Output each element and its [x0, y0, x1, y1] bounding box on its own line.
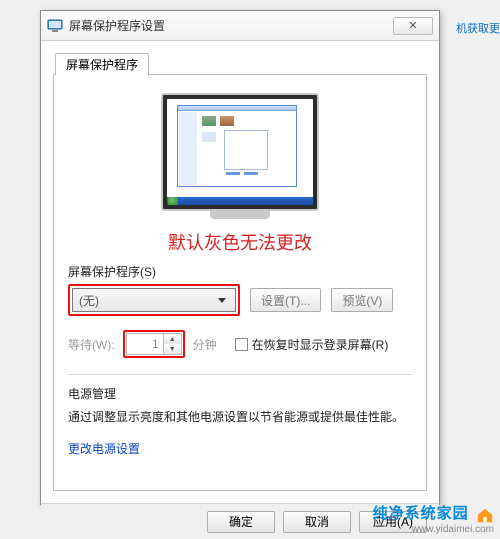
power-management-heading: 电源管理	[68, 385, 412, 402]
tab-label: 屏幕保护程序	[66, 56, 138, 73]
combo-value: (无)	[79, 292, 99, 309]
ok-button[interactable]: 确定	[207, 511, 275, 533]
screensaver-settings-dialog: 屏幕保护程序设置 ✕ 屏幕保护程序	[40, 10, 440, 505]
cancel-label: 取消	[305, 513, 329, 530]
screensaver-combobox[interactable]: (无)	[72, 288, 236, 312]
watermark: 纯净系统家园 www.yidaimei.com	[373, 502, 494, 535]
dialog-title: 屏幕保护程序设置	[69, 17, 393, 34]
change-power-settings-link[interactable]: 更改电源设置	[68, 440, 140, 457]
resume-checkbox-label: 在恢复时显示登录屏幕(R)	[252, 336, 389, 353]
resume-checkbox[interactable]	[235, 338, 248, 351]
cancel-button[interactable]: 取消	[283, 511, 351, 533]
preview-button-label: 预览(V)	[342, 292, 382, 309]
background-link-fragment: 机获取更	[456, 20, 500, 36]
highlight-box-combo: (无)	[68, 284, 240, 316]
tab-screensaver[interactable]: 屏幕保护程序	[55, 53, 149, 76]
titlebar: 屏幕保护程序设置 ✕	[41, 11, 439, 41]
close-icon: ✕	[408, 19, 417, 32]
power-management-description: 通过调整显示亮度和其他电源设置以节省能源或提供最佳性能。	[68, 408, 412, 426]
wait-unit: 分钟	[193, 336, 217, 353]
divider	[68, 374, 412, 375]
annotation-text: 默认灰色无法更改	[68, 229, 412, 255]
watermark-brand: 纯净系统家园	[373, 505, 469, 522]
tab-content: 默认灰色无法更改 屏幕保护程序(S) (无) 设置(T)... 预览(V) 等待…	[53, 75, 427, 491]
tabbar: 屏幕保护程序	[53, 49, 427, 75]
wait-label: 等待(W):	[68, 336, 115, 353]
house-icon	[476, 506, 494, 524]
settings-button[interactable]: 设置(T)...	[250, 288, 321, 312]
settings-button-label: 设置(T)...	[261, 292, 310, 309]
spinner-down-icon[interactable]: ▼	[164, 344, 181, 354]
preview-monitor	[68, 93, 412, 211]
wait-spinner[interactable]: ▲ ▼	[126, 333, 182, 355]
dialog-body: 屏幕保护程序	[41, 41, 439, 503]
monitor-icon	[47, 18, 63, 34]
highlight-box-wait: ▲ ▼	[123, 330, 185, 358]
chevron-down-icon	[213, 289, 231, 311]
wait-input[interactable]	[127, 334, 163, 354]
screensaver-label: 屏幕保护程序(S)	[68, 263, 412, 280]
watermark-url: www.yidaimei.com	[373, 524, 494, 535]
close-button[interactable]: ✕	[393, 17, 433, 35]
spinner-up-icon[interactable]: ▲	[164, 334, 181, 344]
ok-label: 确定	[229, 513, 253, 530]
preview-button[interactable]: 预览(V)	[331, 288, 393, 312]
